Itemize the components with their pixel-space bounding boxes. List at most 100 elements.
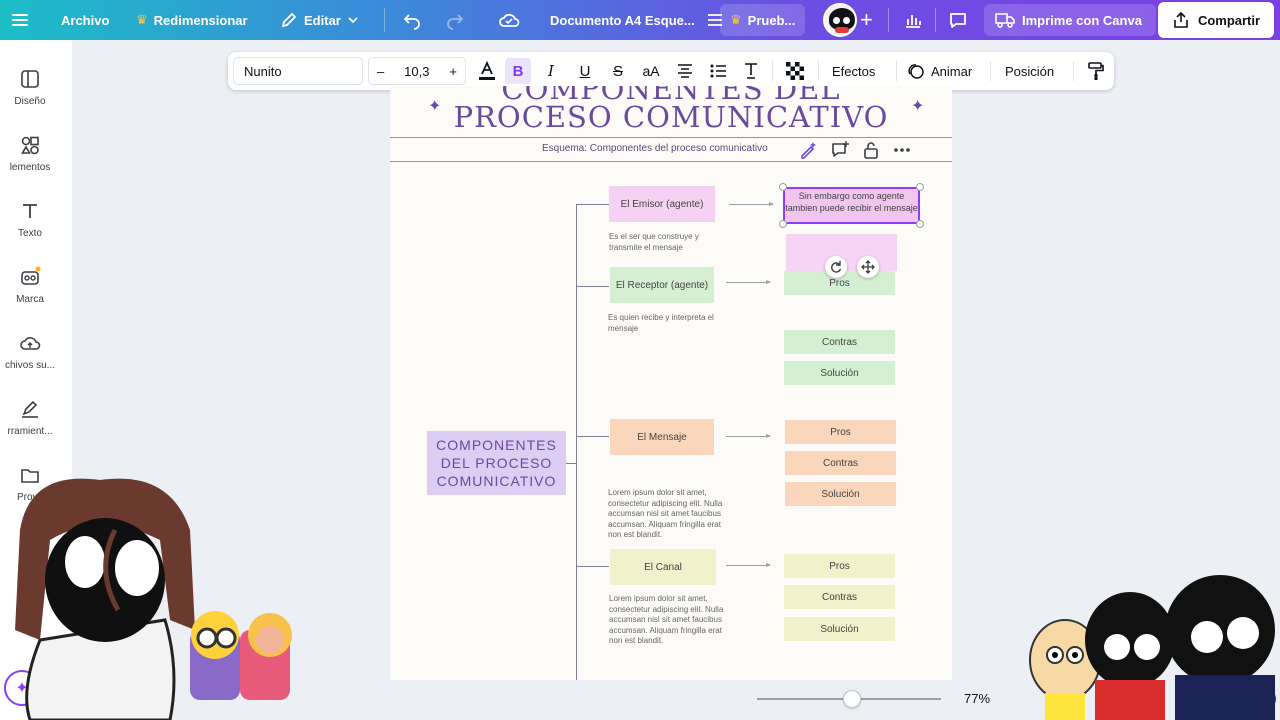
connector-line — [576, 286, 609, 287]
receptor-node[interactable]: El Receptor (agente) — [610, 267, 714, 303]
italic-button[interactable]: I — [538, 58, 564, 84]
underline-icon: U — [579, 62, 591, 80]
rotate-icon[interactable] — [825, 256, 847, 278]
print-button[interactable]: Imprime con Canva — [984, 4, 1156, 36]
overlay-character-right — [1029, 575, 1275, 720]
underline-button[interactable]: U — [572, 58, 598, 84]
undo-button[interactable] — [402, 0, 422, 40]
move-icon[interactable] — [857, 256, 879, 278]
resize-handle[interactable] — [779, 220, 787, 228]
sidebar-item-diseno[interactable]: Diseño — [0, 68, 60, 128]
font-family-value: Nunito — [244, 63, 282, 79]
comment-icon[interactable] — [947, 0, 969, 40]
receptor-solucion[interactable]: Solución — [784, 361, 895, 385]
italic-icon: I — [548, 62, 554, 80]
resize-handle[interactable] — [916, 220, 924, 228]
font-size-stepper[interactable]: – 10,3 + — [368, 57, 466, 85]
letter-case-button[interactable]: aA — [638, 58, 664, 84]
mensaje-pros[interactable]: Pros — [785, 420, 896, 444]
editar-button[interactable]: Editar — [280, 0, 359, 40]
font-family-select[interactable]: Nunito — [233, 57, 363, 85]
font-size-value[interactable]: 10,3 — [404, 64, 429, 79]
redo-button[interactable] — [445, 0, 465, 40]
design-page[interactable]: COMPONENTES DEL ✦ ✦ PROCESO COMUNICATIVO… — [390, 86, 952, 680]
brand-icon — [21, 266, 41, 285]
receptor-description[interactable]: Es quien recibe y interpreta el mensaje — [608, 313, 738, 334]
redimensionar-label: Redimensionar — [153, 12, 248, 28]
bold-button[interactable]: B — [505, 58, 531, 84]
copy-style-button[interactable] — [1083, 58, 1109, 84]
share-button[interactable]: Compartir — [1158, 2, 1274, 38]
animate-icon — [908, 64, 924, 79]
animate-button[interactable]: Animar — [907, 52, 972, 90]
sidebar-item-herramientas[interactable]: rramient... — [0, 398, 60, 458]
text-color-button[interactable] — [474, 58, 500, 84]
sidebar-item-marca[interactable]: Marca — [0, 266, 60, 326]
more-options-icon[interactable] — [892, 140, 912, 160]
cloud-save-icon[interactable] — [498, 0, 520, 40]
spacing-button[interactable] — [738, 58, 764, 84]
connector-line — [576, 204, 577, 680]
crown-icon: ♛ — [136, 12, 148, 27]
emisor-description[interactable]: Es el ser que construye y transmite el m… — [609, 232, 729, 253]
sidebar-item-elementos[interactable]: lementos — [0, 134, 60, 194]
arrow-connector — [726, 563, 771, 567]
mensaje-solucion[interactable]: Solución — [785, 482, 896, 506]
upload-cloud-icon — [20, 337, 41, 350]
canal-node[interactable]: El Canal — [610, 549, 716, 585]
resize-handle[interactable] — [779, 183, 787, 191]
prueba-label: Prueb... — [747, 12, 796, 28]
document-title[interactable]: Documento A4 Esque... — [550, 0, 695, 40]
crown-icon: ♛ — [730, 12, 742, 27]
comment-add-icon[interactable] — [830, 140, 850, 160]
zoom-slider-thumb[interactable] — [843, 690, 861, 708]
mensaje-description[interactable]: Lorem ipsum dolor sit amet, consectetur … — [608, 488, 732, 541]
page-title-line2[interactable]: PROCESO COMUNICATIVO — [390, 100, 952, 134]
draw-icon — [22, 400, 38, 418]
text-icon — [23, 204, 37, 218]
mensaje-node[interactable]: El Mensaje — [610, 419, 714, 455]
chart-icon[interactable] — [903, 0, 923, 40]
layout-icon — [21, 70, 39, 88]
decrease-size-button[interactable]: – — [377, 64, 384, 79]
spacing-icon — [745, 63, 757, 79]
pencil-icon — [281, 12, 297, 28]
selection-context-toolbar — [794, 137, 914, 163]
magic-write-icon[interactable] — [798, 140, 818, 160]
prueba-button[interactable]: ♛ Prueb... — [720, 4, 806, 36]
position-button[interactable]: Posición — [1005, 52, 1054, 90]
lock-icon[interactable] — [862, 140, 880, 160]
archivo-label: Archivo — [61, 12, 110, 28]
canal-solucion[interactable]: Solución — [784, 617, 895, 641]
connector-line — [576, 204, 609, 205]
list-button[interactable] — [705, 58, 731, 84]
animate-label: Animar — [931, 63, 973, 79]
selected-text-box[interactable]: Sin embargo como agente tambien puede re… — [783, 187, 920, 224]
arrow-connector — [729, 202, 774, 206]
receptor-contras[interactable]: Contras — [784, 330, 895, 354]
page-subtitle[interactable]: Esquema: Componentes del proceso comunic… — [542, 143, 768, 154]
add-collaborator-icon[interactable]: + — [860, 0, 873, 40]
effects-button[interactable]: Efectos — [832, 52, 875, 90]
canal-pros[interactable]: Pros — [784, 554, 895, 578]
avatar[interactable] — [823, 0, 857, 40]
menu-icon[interactable] — [10, 0, 30, 40]
transparency-button[interactable] — [782, 58, 808, 84]
text-format-toolbar: Nunito – 10,3 + B I U S aA Efectos Anima… — [228, 52, 1114, 90]
increase-size-button[interactable]: + — [449, 64, 457, 79]
emisor-node[interactable]: El Emisor (agente) — [609, 186, 715, 222]
mensaje-contras[interactable]: Contras — [785, 451, 896, 475]
zoom-level[interactable]: 77% — [964, 691, 990, 706]
shapes-icon — [21, 136, 39, 155]
sidebar-item-texto[interactable]: Texto — [0, 200, 60, 260]
share-label: Compartir — [1197, 12, 1261, 28]
central-topic[interactable]: COMPONENTES DEL PROCESO COMUNICATIVO — [427, 431, 566, 495]
align-button[interactable] — [672, 58, 698, 84]
sidebar-item-archivos[interactable]: chivos su... — [0, 332, 60, 392]
archivo-menu[interactable]: Archivo — [61, 0, 109, 40]
redimensionar-button[interactable]: ♛ Redimensionar — [136, 0, 248, 40]
canal-description[interactable]: Lorem ipsum dolor sit amet, consectetur … — [609, 594, 733, 647]
resize-handle[interactable] — [916, 183, 924, 191]
strikethrough-button[interactable]: S — [605, 58, 631, 84]
canal-contras[interactable]: Contras — [784, 585, 895, 609]
